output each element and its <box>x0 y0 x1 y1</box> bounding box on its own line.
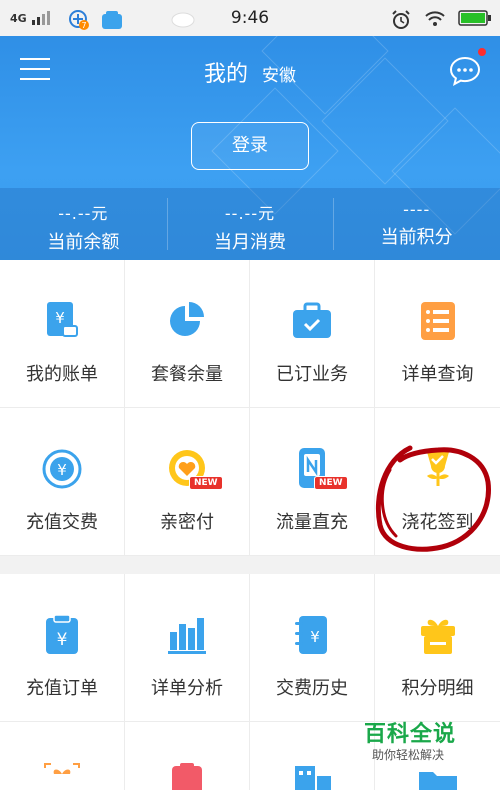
gift-icon <box>420 619 455 654</box>
grid-item-recharge-orders[interactable]: ¥ 充值订单 <box>0 574 125 722</box>
login-button[interactable]: 登录 <box>191 122 309 170</box>
title-text: 我的 <box>203 62 248 87</box>
grid-item-label: 积分明细 <box>401 678 474 699</box>
grid-item-detail-analysis[interactable]: 详单分析 <box>125 574 250 722</box>
unread-dot <box>478 48 486 56</box>
bill-icon: ¥ <box>47 302 78 337</box>
pie-chart-icon <box>170 302 204 336</box>
new-badge: NEW <box>314 476 348 490</box>
grid-item-label: 浇花签到 <box>401 512 474 533</box>
grid-item-label: 套餐余量 <box>151 364 223 385</box>
grid-item-label: 已订业务 <box>276 364 348 385</box>
clipboard-check-icon <box>172 763 202 790</box>
grid-item-points-detail[interactable]: 积分明细 <box>375 574 500 722</box>
grid-item-label: 详单查询 <box>401 364 474 385</box>
profile-header: 我的 安徽 登录 --.--元 当前余额 --.--元 当月消费 ---- 当前积… <box>0 36 500 260</box>
grid-item-label: 充值交费 <box>26 512 98 533</box>
grid-item-detail-query[interactable]: 详单查询 <box>375 260 500 408</box>
flower-checkin-icon <box>426 452 449 486</box>
clipboard-yuan-icon: ¥ <box>46 614 78 654</box>
stat-label: 当月消费 <box>214 232 286 253</box>
svg-text:¥: ¥ <box>55 309 65 327</box>
watermark-subtitle: 助你轻松解决 <box>372 748 445 762</box>
service-grid-primary: ¥ 我的账单 套餐余量 已订业务 详单查询 ¥ 充值交费 NEW 亲密付 NEW… <box>0 260 500 556</box>
new-badge: NEW <box>189 476 223 490</box>
grid-item-label: 充值订单 <box>26 678 98 699</box>
stat-value: --.--元 <box>224 204 276 223</box>
grid-item-subscribed-services[interactable]: 已订业务 <box>250 260 375 408</box>
svg-text:¥: ¥ <box>57 461 67 479</box>
page-title: 我的 安徽 <box>0 56 500 88</box>
grid-item-payment-history[interactable]: ¥ 交费历史 <box>250 574 375 722</box>
grid-item-label: 交费历史 <box>276 678 348 699</box>
stat-value: --.--元 <box>58 204 109 223</box>
grid-item-label: 流量直充 <box>276 512 348 533</box>
svg-text:¥: ¥ <box>310 628 320 646</box>
wifi-icon <box>425 11 445 26</box>
stat-points[interactable]: ---- 当前积分 <box>333 188 500 260</box>
grid-item-my-bill[interactable]: ¥ 我的账单 <box>0 260 125 408</box>
status-bar: 4G 7 9:46 <box>0 0 500 36</box>
building-icon <box>295 766 331 790</box>
briefcase-check-icon <box>293 302 331 338</box>
grid-item-flower-checkin[interactable]: 浇花签到 <box>375 408 500 556</box>
grid-item-label: 详单分析 <box>151 678 223 699</box>
svg-text:¥: ¥ <box>57 630 68 650</box>
account-stats: --.--元 当前余额 --.--元 当月消费 ---- 当前积分 <box>0 188 500 260</box>
watermark: 百科全说 助你轻松解决 <box>350 712 500 772</box>
message-icon[interactable] <box>448 54 482 88</box>
stat-balance[interactable]: --.--元 当前余额 <box>0 188 167 260</box>
grid-item-plan-balance[interactable]: 套餐余量 <box>125 260 250 408</box>
grid-item-recharge[interactable]: ¥ 充值交费 <box>0 408 125 556</box>
bar-chart-icon <box>168 618 206 654</box>
notebook-yuan-icon: ¥ <box>295 616 327 654</box>
yuan-cycle-icon: ¥ <box>42 449 82 489</box>
grid-item-label: 我的账单 <box>26 364 98 385</box>
stat-label: 当前余额 <box>47 232 120 253</box>
watermark-title: 百科全说 <box>364 722 457 747</box>
stat-monthly-spend[interactable]: --.--元 当月消费 <box>166 188 334 260</box>
battery-icon <box>458 10 491 26</box>
region-selector[interactable]: 安徽 <box>262 66 296 86</box>
alarm-icon <box>392 10 410 29</box>
grid-item-partial[interactable] <box>125 722 250 790</box>
grid-item-data-recharge[interactable]: NEW 流量直充 <box>250 408 375 556</box>
grid-item-partial[interactable] <box>0 722 125 790</box>
grid-item-family-pay[interactable]: NEW 亲密付 <box>125 408 250 556</box>
list-detail-icon <box>420 302 455 340</box>
stat-label: 当前积分 <box>380 227 453 248</box>
gift-box-icon <box>44 763 80 774</box>
stat-value: ---- <box>403 200 431 219</box>
grid-item-label: 亲密付 <box>160 512 214 533</box>
